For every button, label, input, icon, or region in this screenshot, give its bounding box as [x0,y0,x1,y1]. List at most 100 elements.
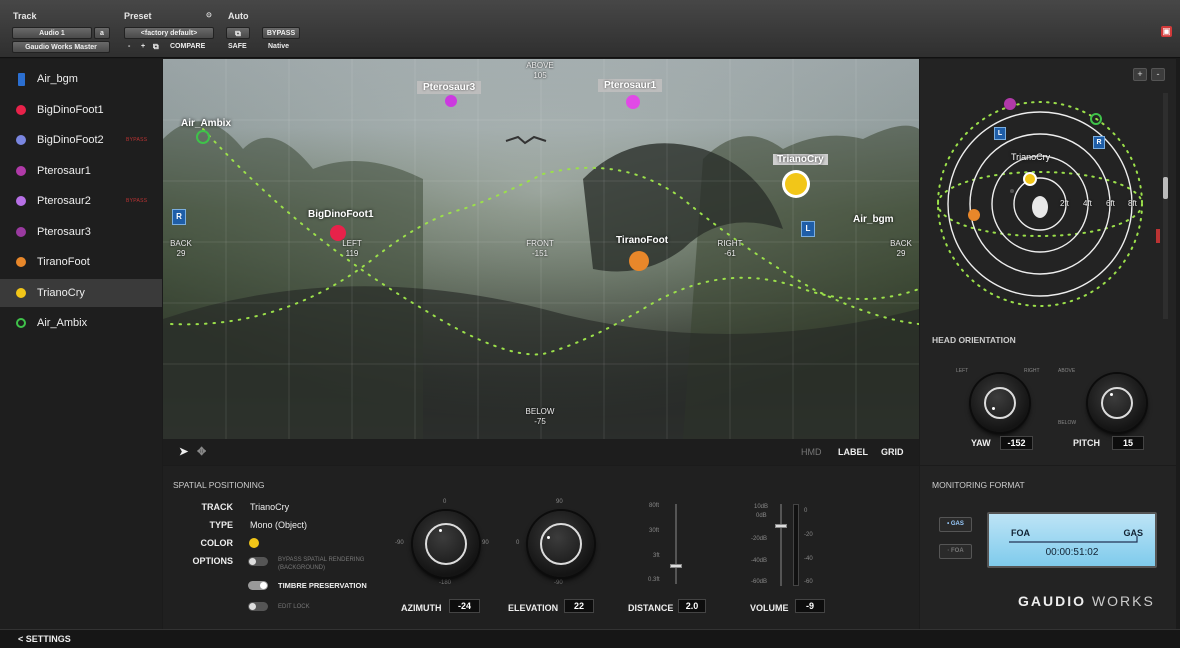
distance-scale-3ft: 3ft [653,553,660,559]
azimuth-scale-right: 90 [482,540,489,546]
head-orientation-title: HEAD ORIENTATION [932,335,1016,345]
distance-label: DISTANCE [628,603,674,613]
timecode: 00:00:51:02 [1045,547,1099,558]
track-item[interactable]: TiranoFoot [0,248,162,276]
track-item[interactable]: TrianoCry [0,278,162,307]
right-text: RIGHT [717,239,743,248]
grid-toggle[interactable]: GRID [881,447,904,457]
hmd-toggle[interactable]: HMD [801,447,822,457]
output-select[interactable]: Gaudio Works Master [12,41,110,53]
foa-format-button[interactable]: · FOA [939,544,972,559]
distance-value[interactable]: 2.0 [678,599,706,613]
below-value: -75 [534,417,546,426]
topview-right-marker[interactable]: R [1093,136,1105,149]
yaw-value[interactable]: -152 [1000,436,1033,450]
pitch-label: PITCH [1073,438,1100,448]
elevation-scale-bottom: -90 [554,580,563,586]
air-bgm-label[interactable]: Air_bgm [853,214,894,225]
track-name: Pterosaur3 [37,225,91,238]
pitch-value[interactable]: 15 [1112,436,1144,450]
tiranofoot-label[interactable]: TiranoFoot [616,235,668,246]
track-item[interactable]: Pterosaur3 [0,218,162,246]
bypass-spatial-label: BYPASS SPATIAL RENDERING (BACKGROUND) [278,557,365,571]
topview-left-marker[interactable]: L [994,127,1006,140]
top-view-scrollbar[interactable] [1163,93,1168,319]
settings-button[interactable]: < SETTINGS [18,634,71,644]
volume-scale-10db: 10dB [754,504,769,510]
right-value: -61 [724,249,736,258]
azimuth-knob[interactable] [413,511,479,577]
distance-fader-track[interactable] [675,504,677,584]
air-ambix-label[interactable]: Air_Ambix [181,118,231,129]
edit-lock-toggle[interactable] [248,602,268,611]
scrollbar-thumb[interactable] [1163,177,1168,199]
preset-next-button[interactable]: + [141,41,145,53]
yaw-right-label: RIGHT [1024,368,1040,374]
panorama-view[interactable]: ABOVE 105 BELOW -75 BACK 29 BACK 29 LEFT 119 … [163,59,919,439]
track-item[interactable]: Pterosaur1 [0,157,162,185]
track-item[interactable]: BigDinoFoot2 BYPASS [0,126,162,154]
trianocry-label[interactable]: TrianoCry [773,154,828,165]
track-select[interactable]: Audio 1 [12,27,92,39]
tiranofoot-marker[interactable] [629,251,649,271]
volume-scale-60db: -60dB [751,579,768,585]
spatial-positioning-title: SPATIAL POSITIONING [173,480,265,490]
panorama-toolbar: ➤ ✥ HMD LABEL GRID [163,439,919,465]
write-automation-icon[interactable]: ⧉ [226,27,250,39]
left-value: 119 [345,249,359,258]
elevation-knob[interactable] [528,511,594,577]
volume-fader-handle[interactable] [775,524,787,528]
meter-scale-60: -60 [804,579,813,585]
timbre-preservation-label: TIMBRE PRESERVATION [278,581,367,590]
pterosaur1-label[interactable]: Pterosaur1 [598,79,663,92]
track-color-dot [16,196,26,206]
distance-fader-handle[interactable] [670,564,682,568]
label-toggle[interactable]: LABEL [838,447,868,457]
plugin-header: Track Preset ⊙ Auto Audio 1 a Gaudio Wor… [0,0,1180,58]
bigdinofoot1-label[interactable]: BigDinoFoot1 [308,209,374,220]
pitch-knob[interactable] [1088,374,1146,432]
track-item[interactable]: Air_bgm [0,65,162,93]
volume-scale-20db: -20dB [751,536,768,542]
pointer-tool-icon[interactable]: ➤ [179,445,188,458]
copy-icon[interactable]: ⧉ [153,41,159,53]
left-channel-marker[interactable]: L [801,221,815,237]
volume-value[interactable]: -9 [795,599,825,613]
track-color-dot [16,257,26,267]
pitch-above-label: ABOVE [1058,368,1076,374]
timbre-preservation-toggle[interactable] [248,581,268,590]
right-channel-marker[interactable]: R [172,209,186,225]
preset-select[interactable]: <factory default> [124,27,214,39]
pterosaur3-label[interactable]: Pterosaur3 [417,81,482,94]
volume-fader-track[interactable] [780,504,782,586]
volume-scale-0db: 0dB [756,513,767,519]
track-name: TrianoCry [37,286,85,299]
track-item[interactable]: BigDinoFoot1 [0,96,162,124]
azimuth-scale-bottom: -180 [439,580,452,586]
azimuth-value[interactable]: -24 [449,599,480,613]
color-field-label: COLOR [200,538,234,548]
trianocry-marker[interactable] [785,173,807,195]
gas-format-button[interactable]: • GAS [939,517,972,532]
safe-button[interactable]: SAFE [228,41,247,53]
track-group-select[interactable]: a [94,27,110,39]
pterosaur1-marker[interactable] [626,95,640,109]
top-view-map[interactable] [920,79,1160,319]
pterosaur3-marker[interactable] [445,95,457,107]
track-bypass-tag: BYPASS [126,198,148,204]
move-tool-icon[interactable]: ✥ [197,445,206,458]
bypass-spatial-toggle[interactable] [248,557,268,566]
settings-bar: < SETTINGS [0,629,1180,648]
preset-prev-button[interactable]: - [128,41,130,53]
top-view-panel: + - L R TrianoCry 2ft 4ft 6ft 8ft HEAD O… [920,59,1176,465]
track-item[interactable]: Air_Ambix [0,309,162,337]
close-icon[interactable]: ▣ [1161,26,1172,37]
preset-menu-icon[interactable]: ⊙ [206,11,212,19]
track-item[interactable]: Pterosaur2 BYPASS [0,187,162,215]
color-swatch[interactable] [249,538,259,548]
bypass-button[interactable]: BYPASS [262,27,300,39]
yaw-knob[interactable] [971,374,1029,432]
elevation-value[interactable]: 22 [564,599,594,613]
compare-button[interactable]: COMPARE [170,41,205,53]
track-field-label: TRACK [201,502,234,512]
